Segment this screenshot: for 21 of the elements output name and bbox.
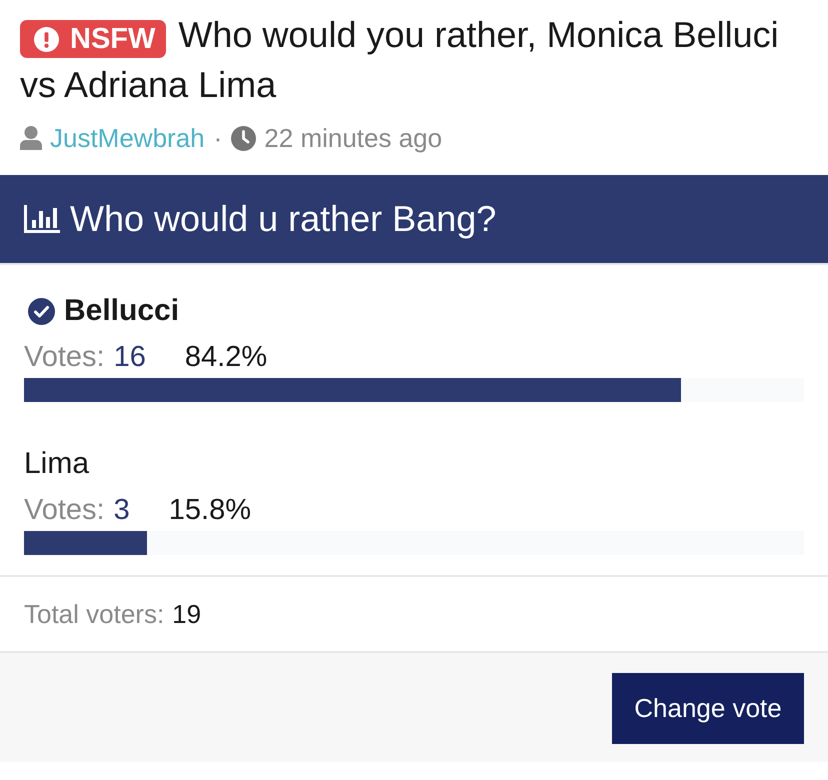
post-title: NSFW Who would you rather, Monica Belluci vs Adriana Lima bbox=[20, 13, 780, 107]
votes-label: Votes: bbox=[24, 494, 105, 526]
separator-dot: · bbox=[214, 122, 222, 154]
check-circle-icon bbox=[28, 298, 55, 324]
alert-icon bbox=[34, 26, 59, 52]
vote-count: 3 bbox=[114, 494, 130, 526]
option-name: Bellucci bbox=[64, 294, 180, 328]
badge-label: NSFW bbox=[70, 22, 156, 57]
clock-icon bbox=[231, 126, 256, 150]
total-voters-count: 19 bbox=[172, 598, 202, 630]
poll-question: Who would u rather Bang? bbox=[70, 198, 496, 240]
vote-percent: 15.8% bbox=[168, 494, 251, 526]
user-icon bbox=[20, 126, 42, 150]
post-time: 22 minutes ago bbox=[264, 122, 442, 154]
bar-chart-icon bbox=[24, 205, 60, 233]
total-voters-label: Total voters: bbox=[24, 598, 164, 630]
votes-label: Votes: bbox=[24, 340, 105, 374]
vote-count: 16 bbox=[114, 340, 146, 374]
option-name: Lima bbox=[24, 447, 90, 481]
vote-percent: 84.2% bbox=[184, 340, 268, 374]
change-vote-button[interactable]: Change vote bbox=[612, 673, 804, 744]
